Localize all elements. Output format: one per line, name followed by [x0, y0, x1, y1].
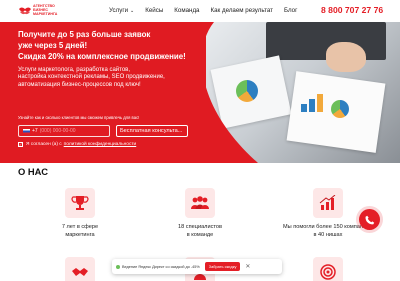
consent-checkbox[interactable]: ✓: [18, 142, 23, 147]
main-nav: Услуги ⌄ Кейсы Команда Как делаем резуль…: [109, 7, 308, 14]
phone-input[interactable]: +7 (000) 000-00-00: [18, 125, 110, 137]
nav-item-services[interactable]: Услуги ⌄: [109, 7, 134, 14]
chevron-down-icon: ⌄: [130, 7, 135, 14]
team-icon: [185, 188, 215, 218]
logo-line-3: МАРКЕТИНГА: [33, 12, 58, 17]
hero-subtitle-line: автоматизация бизнес-процессов под ключ!: [18, 81, 141, 88]
feature-team: 18 специалистов в команде: [140, 188, 260, 239]
call-button[interactable]: [359, 209, 380, 230]
claim-discount-button[interactable]: Забрать скидку: [204, 262, 241, 271]
hero-headline-line: уже через 5 дней!: [18, 41, 88, 50]
nav-item-how-we-work[interactable]: Как делаем результат: [211, 7, 274, 14]
privacy-policy-link[interactable]: политикой конфиденциальности: [64, 142, 137, 147]
promo-text: Ведение Яндекс Директ со скидкой до -45%: [122, 264, 200, 269]
status-dot-icon: [116, 264, 120, 269]
nav-item-label: Услуги: [109, 7, 129, 14]
promo-bar: Ведение Яндекс Директ со скидкой до -45%…: [112, 259, 282, 274]
hero-headline: Получите до 5 раз больше заявок уже чере…: [18, 29, 208, 62]
phone-icon: [365, 215, 374, 224]
nav-item-label: Кейсы: [145, 7, 164, 14]
hero-subtitle-line: настройка контекстной рекламы, SEO продв…: [18, 74, 165, 81]
feature-experience: 7 лет в сфере маркетинга: [20, 188, 140, 239]
nav-item-blog[interactable]: Блог: [284, 7, 297, 14]
consent-text: Я согласен (а) с: [26, 142, 62, 147]
trophy-icon: [65, 188, 95, 218]
feature-label-line: в команде: [186, 231, 214, 238]
nav-item-label: Как делаем результат: [210, 7, 274, 14]
site-header: АГЕНТСТВО БИЗНЕС МАРКЕТИНГА Услуги ⌄ Кей…: [0, 0, 400, 22]
consent-row: ✓ Я согласен (а) с политикой конфиденциа…: [18, 142, 136, 147]
feature-label-line: в 40 нишах: [313, 231, 343, 238]
feature-label-line: 18 специалистов: [178, 224, 222, 230]
russia-flag-icon[interactable]: [23, 128, 30, 134]
logo-mark-icon: [19, 7, 31, 15]
nav-item-team[interactable]: Команда: [174, 7, 199, 14]
form-note: Узнайте как и сколько клиентов мы сможем…: [18, 115, 140, 120]
handshake-icon: [65, 257, 95, 281]
nav-item-label: Блог: [284, 7, 298, 14]
growth-chart-icon: [313, 188, 343, 218]
hero-headline-line: Скидка 20% на комплексное продвижение!: [18, 52, 186, 61]
feature-label-line: 7 лет в сфере: [61, 224, 99, 230]
nav-item-label: Команда: [174, 7, 200, 14]
target-icon: [313, 257, 343, 281]
free-consultation-button[interactable]: Бесплатная консульта...: [116, 125, 188, 137]
feature-label-line: маркетинга: [65, 231, 95, 238]
about-title: О НАС: [18, 166, 48, 177]
logo-text: АГЕНТСТВО БИЗНЕС МАРКЕТИНГА: [33, 4, 93, 16]
hero-headline-line: Получите до 5 раз больше заявок: [18, 30, 151, 39]
phone-placeholder: (000) 000-00-00: [39, 128, 76, 134]
feature-label: 7 лет в сфере маркетинга: [20, 224, 140, 239]
feature-label: 18 специалистов в команде: [140, 224, 260, 239]
feature-target: [268, 257, 388, 281]
close-icon[interactable]: ✕: [245, 263, 250, 270]
hero-section: Получите до 5 раз больше заявок уже чере…: [0, 22, 400, 163]
phone-country-code: +7: [32, 128, 38, 134]
header-phone-link[interactable]: 8 800 707 27 76: [321, 5, 383, 15]
hero-subtitle: Услуги маркетолога, разработка сайтов, н…: [18, 67, 208, 89]
nav-item-cases[interactable]: Кейсы: [145, 7, 163, 14]
